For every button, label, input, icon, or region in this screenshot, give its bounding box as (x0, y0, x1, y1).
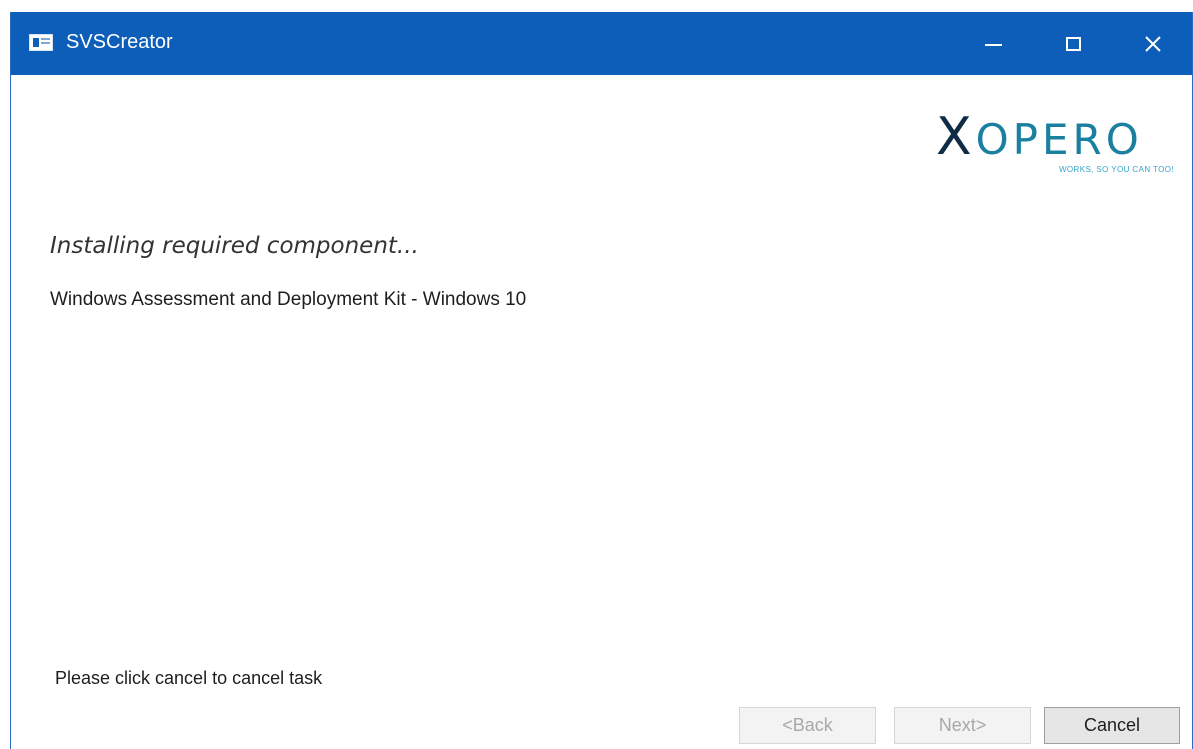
title-bar[interactable]: SVSCreator (11, 12, 1192, 75)
close-icon (1145, 35, 1161, 52)
logo-tagline: WORKS, SO YOU CAN TOO! (1058, 165, 1174, 174)
app-window-icon (29, 34, 53, 51)
window-title: SVSCreator (66, 31, 173, 53)
component-name: Windows Assessment and Deployment Kit - … (50, 289, 527, 310)
close-button[interactable] (1124, 12, 1182, 75)
logo-text: OPERO (975, 115, 1143, 164)
xopero-logo: XOPERO WORKS, SO YOU CAN TOO! (936, 107, 1176, 187)
cancel-button[interactable]: Cancel (1044, 707, 1180, 744)
minimize-icon (984, 43, 1002, 46)
status-message: Please click cancel to cancel task (55, 668, 323, 688)
maximize-icon (1065, 36, 1081, 51)
next-button[interactable]: Next> (894, 707, 1031, 744)
back-button[interactable]: <Back (739, 707, 876, 744)
logo-x-letter: X (936, 107, 976, 167)
installer-window: SVSCreator XOPERO WORKS, SO YOU CAN TOO!… (10, 12, 1193, 749)
maximize-button[interactable] (1044, 12, 1102, 75)
minimize-button[interactable] (964, 12, 1022, 75)
logo-wordmark: XOPERO (936, 107, 1143, 170)
page-heading: Installing required component... (50, 233, 419, 259)
